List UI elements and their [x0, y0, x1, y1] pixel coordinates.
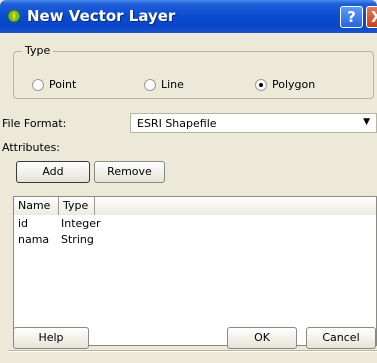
- radio-point-circle[interactable]: [32, 78, 44, 91]
- file-format-value: ESRI Shapefile: [137, 117, 217, 130]
- help-button[interactable]: Help: [13, 327, 89, 349]
- attributes-table-header: Name Type: [14, 197, 376, 215]
- cell-attribute-type: String: [61, 233, 94, 246]
- radio-polygon[interactable]: Polygon: [255, 78, 315, 91]
- type-group-title: Type: [22, 44, 54, 57]
- radio-point[interactable]: Point: [32, 78, 76, 91]
- cell-attribute-name: id: [18, 217, 29, 230]
- radio-polygon-label: Polygon: [272, 78, 316, 91]
- column-header-type[interactable]: Type: [59, 197, 95, 215]
- chevron-down-icon[interactable]: ▼: [363, 117, 370, 127]
- dialog-body: Type Point Line Polygon File Format: ESR…: [0, 33, 377, 363]
- radio-line-label: Line: [161, 78, 184, 91]
- cell-attribute-type: Integer: [61, 217, 101, 230]
- new-vector-layer-dialog: New Vector Layer ? X Type Point Line Pol…: [0, 0, 377, 363]
- type-groupbox: [13, 51, 374, 99]
- ok-button[interactable]: OK: [227, 327, 297, 349]
- file-format-label: File Format:: [2, 117, 67, 130]
- window-title: New Vector Layer: [27, 7, 176, 25]
- cell-attribute-name: nama: [18, 233, 50, 246]
- attributes-table[interactable]: Name Type id Integer nama String: [13, 196, 377, 346]
- radio-point-label: Point: [49, 78, 77, 91]
- column-header-name[interactable]: Name: [14, 197, 59, 215]
- footer-divider: [8, 350, 377, 352]
- column-header-filler: [95, 197, 376, 215]
- radio-line-circle[interactable]: [144, 78, 156, 91]
- table-row[interactable]: id Integer: [14, 216, 140, 232]
- qgis-app-icon: [7, 9, 21, 23]
- radio-polygon-circle[interactable]: [255, 78, 267, 91]
- file-format-select[interactable]: ESRI Shapefile ▼: [130, 113, 377, 133]
- add-attribute-button[interactable]: Add: [16, 161, 90, 183]
- cancel-button[interactable]: Cancel: [306, 327, 376, 349]
- radio-line[interactable]: Line: [144, 78, 184, 91]
- help-icon[interactable]: ?: [340, 6, 363, 28]
- close-icon[interactable]: X: [366, 6, 377, 28]
- remove-attribute-button[interactable]: Remove: [94, 161, 165, 183]
- title-bar[interactable]: New Vector Layer ? X: [0, 0, 377, 33]
- table-row[interactable]: nama String: [14, 232, 140, 248]
- attributes-label: Attributes:: [2, 141, 61, 154]
